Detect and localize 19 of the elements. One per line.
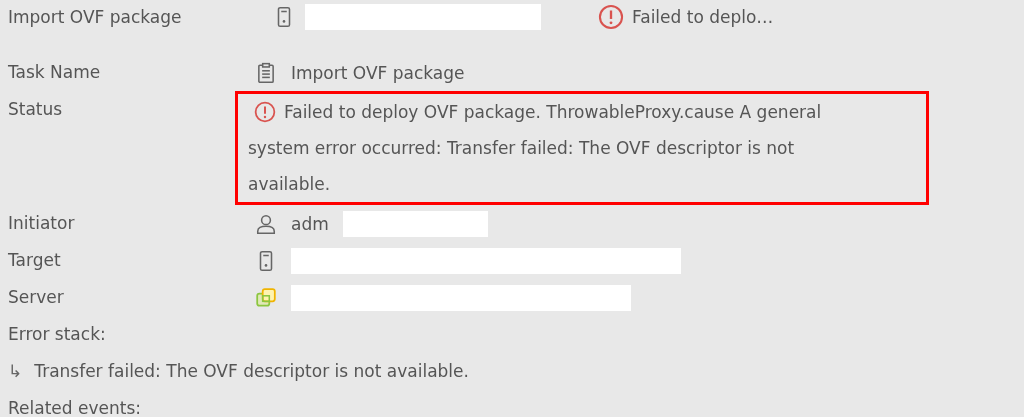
field-label: Status: [8, 98, 64, 121]
arrow-glyph: ↳: [8, 360, 23, 383]
field-value: Import OVF package: [291, 62, 465, 83]
error-icon: [254, 101, 276, 123]
squares-icon: [255, 286, 277, 309]
field-label: Initiator: [8, 212, 76, 235]
field-label: Target: [8, 249, 62, 272]
status-message: Failed to deploy OVF package. ThrowableProxy.cause A general system error occurred: Transfer failed: The OVF descriptor is not available.: [248, 100, 823, 196]
section-label: Error stack:: [8, 323, 107, 346]
task-name: Import OVF package: [8, 7, 183, 27]
clipboard-icon: [255, 61, 277, 84]
field-value: adm: [291, 213, 329, 234]
field-label: Server: [8, 286, 65, 309]
error-icon: [598, 4, 624, 30]
error-message: Transfer failed: The OVF descriptor is not available.: [34, 360, 469, 383]
section-label: Related events:: [8, 397, 142, 417]
field-label: Task Name: [8, 61, 102, 84]
status-text: Failed to deplo…: [632, 7, 774, 27]
user-icon: [255, 212, 277, 235]
